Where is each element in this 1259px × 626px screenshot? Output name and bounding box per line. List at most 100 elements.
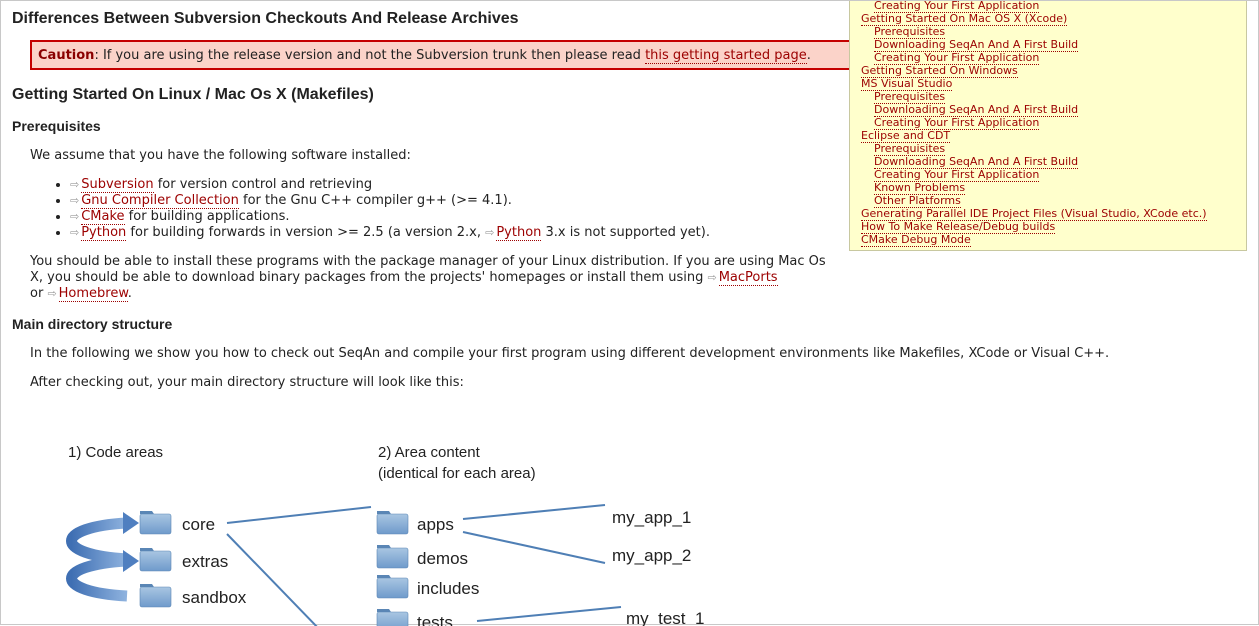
area-content-label: includes: [417, 579, 479, 598]
cycle-arrows: [66, 512, 139, 602]
install-paragraph: You should be able to install these prog…: [30, 254, 826, 302]
toc-link[interactable]: Downloading SeqAn And A First Build: [874, 155, 1079, 169]
toc-item: Prerequisites: [861, 142, 1246, 156]
toc-link[interactable]: Getting Started On Mac OS X (Xcode): [861, 12, 1068, 26]
toc-link[interactable]: Other Platforms: [874, 194, 961, 208]
external-link-icon: ⇨: [707, 271, 717, 284]
connector-line: [462, 531, 606, 564]
toc-link[interactable]: How To Make Release/Debug builds: [861, 220, 1056, 234]
toc-item: Getting Started On Mac OS X (Xcode): [861, 12, 1246, 26]
arrow-head-icon: [123, 512, 139, 534]
prereq-heading: Prerequisites: [12, 118, 101, 134]
toc-item: Creating Your First Application: [861, 51, 1246, 65]
toc-item: Other Platforms: [861, 194, 1246, 208]
caution-text: : If you are using the release version a…: [94, 48, 646, 63]
folder-icon: [376, 575, 409, 599]
connector-line: [226, 533, 318, 626]
external-link-icon: ⇨: [70, 226, 80, 239]
toc-link[interactable]: Getting Started On Windows: [861, 64, 1018, 78]
toc-item: Creating Your First Application: [861, 0, 1246, 13]
external-link-icon: ⇨: [485, 226, 495, 239]
toc-item: Prerequisites: [861, 25, 1246, 39]
external-link-icon: ⇨: [70, 210, 80, 223]
test-label: my_test_1: [626, 609, 704, 626]
toc-item: Known Problems: [861, 181, 1246, 195]
page-heading: Differences Between Subversion Checkouts…: [12, 10, 519, 27]
prereq-intro: We assume that you have the following so…: [30, 148, 411, 163]
toc-link[interactable]: Eclipse and CDT: [861, 129, 951, 143]
subversion-link[interactable]: Subversion: [81, 177, 154, 193]
external-link-icon: ⇨: [70, 194, 80, 207]
caution-box: Caution: If you are using the release ve…: [30, 40, 854, 70]
toc-link[interactable]: Prerequisites: [874, 25, 946, 39]
diagram-nodes: core extras sandbox apps demos includes tests m…: [139, 508, 704, 626]
main-content: Differences Between Subversion Checkouts…: [12, 1, 1110, 391]
area-content-label: apps: [417, 515, 454, 534]
caution-label: Caution: [38, 48, 95, 63]
connector-line: [462, 504, 606, 520]
toc-link[interactable]: Known Problems: [874, 181, 966, 195]
dir-paragraph-2: After checking out, your main directory …: [30, 375, 464, 390]
macports-link[interactable]: MacPorts: [718, 270, 778, 286]
code-area-label: sandbox: [182, 588, 247, 607]
toc-link[interactable]: Creating Your First Application: [874, 116, 1040, 130]
toc-link[interactable]: CMake Debug Mode: [861, 233, 971, 247]
toc-item: Generating Parallel IDE Project Files (V…: [861, 207, 1246, 221]
linux-heading: Getting Started On Linux / Mac Os X (Mak…: [12, 86, 374, 103]
folder-icon: [139, 548, 172, 572]
toc-item: Downloading SeqAn And A First Build: [861, 38, 1246, 52]
folder-icon: [376, 511, 409, 535]
app-label: my_app_2: [612, 546, 691, 565]
folder-icon: [139, 584, 172, 608]
toc-link[interactable]: Downloading SeqAn And A First Build: [874, 103, 1079, 117]
toc-link[interactable]: Creating Your First Application: [874, 168, 1040, 182]
toc-item: How To Make Release/Debug builds: [861, 220, 1246, 234]
toc-item: Downloading SeqAn And A First Build: [861, 155, 1246, 169]
prereq-list: ⇨Subversion for version control and retr…: [12, 177, 847, 241]
python-link[interactable]: Python: [81, 225, 127, 241]
python3-link[interactable]: Python: [496, 225, 542, 241]
code-area-label: core: [182, 515, 215, 534]
list-item: ⇨CMake for building applications.: [70, 209, 847, 225]
dir-heading: Main directory structure: [12, 316, 173, 332]
external-link-icon: ⇨: [47, 287, 57, 300]
toc-link[interactable]: Prerequisites: [874, 90, 946, 104]
toc-link[interactable]: Generating Parallel IDE Project Files (V…: [861, 207, 1207, 221]
connector-line: [476, 606, 622, 622]
getting-started-link[interactable]: this getting started page: [645, 48, 807, 64]
folder-icon: [139, 511, 172, 535]
toc-link[interactable]: MS Visual Studio: [861, 77, 953, 91]
cycle-arrow: [66, 555, 128, 602]
toc-item: Creating Your First Application: [861, 116, 1246, 130]
code-areas-title: 1) Code areas: [68, 444, 163, 461]
table-of-contents: Creating Your First Application Getting S…: [849, 0, 1247, 251]
toc-item: Downloading SeqAn And A First Build: [861, 103, 1246, 117]
toc-item: Prerequisites: [861, 90, 1246, 104]
area-content-title: 2) Area content: [378, 444, 481, 461]
cycle-arrow: [66, 517, 128, 565]
list-item: ⇨Python for building forwards in version…: [70, 225, 847, 241]
directory-structure-diagram: 1) Code areas 2) Area content (identical…: [66, 444, 704, 626]
list-item: ⇨Subversion for version control and retr…: [70, 177, 847, 193]
external-link-icon: ⇨: [70, 178, 80, 191]
area-content-subtitle: (identical for each area): [378, 465, 536, 482]
arrow-head-icon: [123, 550, 139, 572]
cmake-link[interactable]: CMake: [81, 209, 125, 225]
homebrew-link[interactable]: Homebrew: [58, 286, 128, 302]
app-label: my_app_1: [612, 508, 691, 527]
toc-link[interactable]: Downloading SeqAn And A First Build: [874, 38, 1079, 52]
area-content-label: demos: [417, 549, 468, 568]
toc-link[interactable]: Prerequisites: [874, 142, 946, 156]
dir-paragraph-1: In the following we show you how to chec…: [30, 346, 1110, 361]
code-area-label: extras: [182, 552, 228, 571]
area-content-label: tests: [417, 613, 453, 626]
toc-link[interactable]: Creating Your First Application: [874, 51, 1040, 65]
toc-item: Getting Started On Windows: [861, 64, 1246, 78]
toc-item: MS Visual Studio: [861, 77, 1246, 91]
folder-icon: [376, 609, 409, 626]
gcc-link[interactable]: Gnu Compiler Collection: [81, 193, 239, 209]
toc-item: Eclipse and CDT: [861, 129, 1246, 143]
toc-item: Creating Your First Application: [861, 168, 1246, 182]
toc-item: CMake Debug Mode: [861, 233, 1246, 247]
list-item: ⇨Gnu Compiler Collection for the Gnu C++…: [70, 193, 847, 209]
